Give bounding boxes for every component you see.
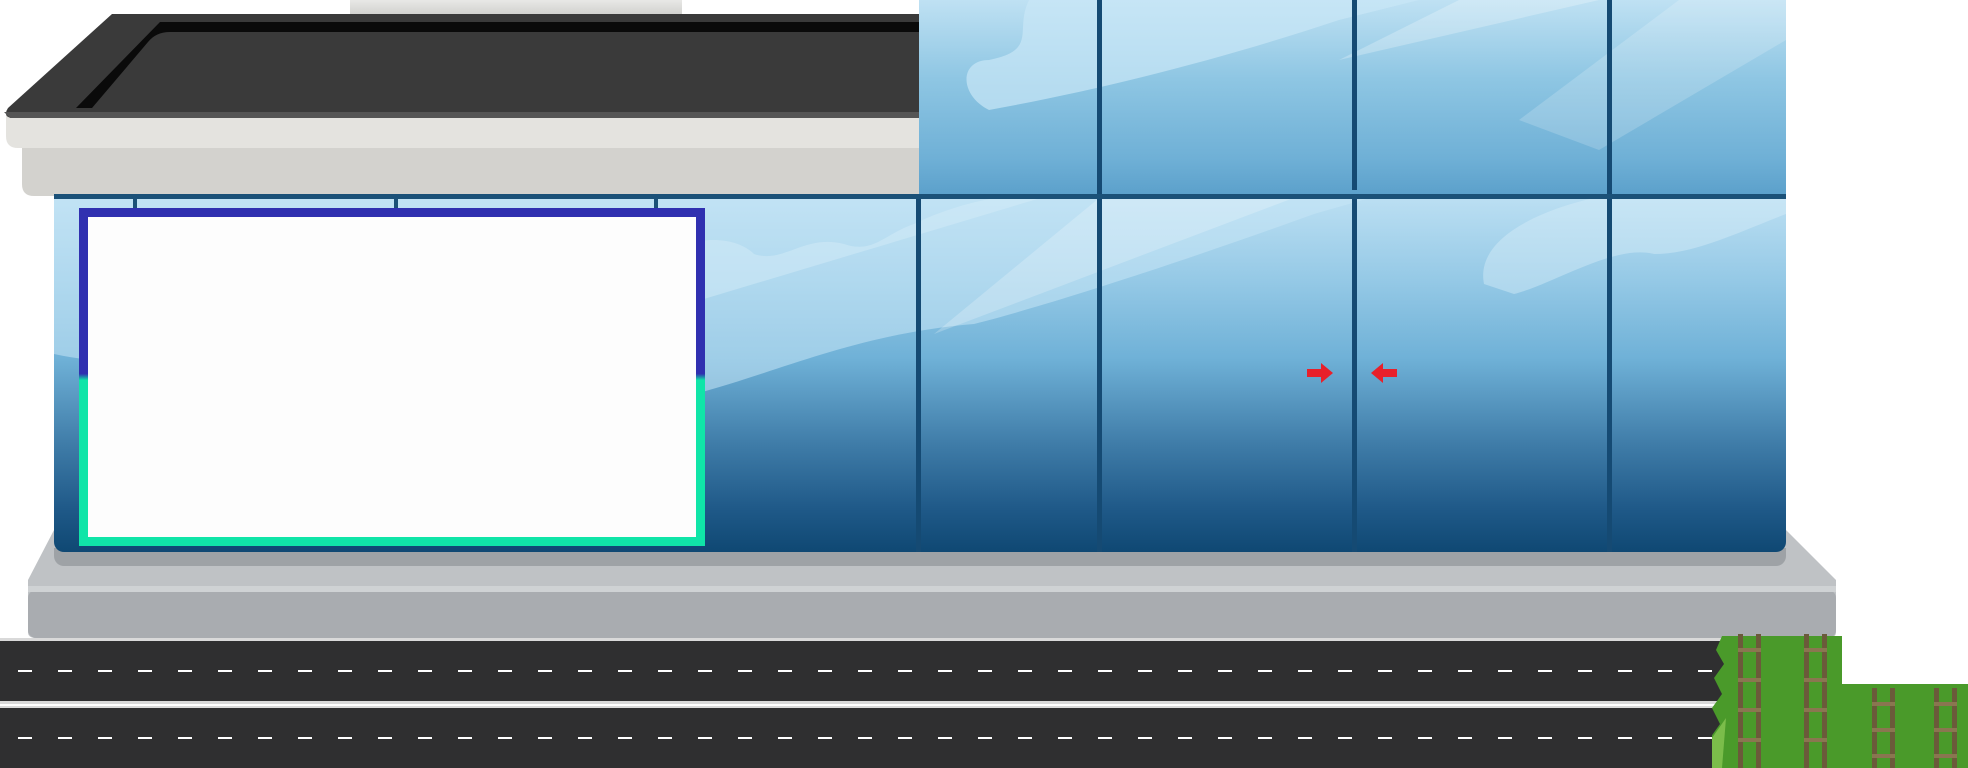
billboard (79, 208, 705, 546)
mullion (1097, 194, 1102, 552)
roof-edge (4, 112, 930, 118)
mullion (1352, 0, 1357, 190)
glass-tower (919, 0, 1786, 198)
plinth-front (28, 590, 1836, 638)
mullion (1607, 194, 1612, 552)
canopy-lower-slab (22, 140, 930, 196)
mullion (1607, 0, 1612, 198)
mullion (1097, 0, 1102, 198)
road-divider (0, 701, 1735, 704)
mullion (1352, 194, 1357, 552)
grass-area (1712, 634, 1968, 768)
lane-dashes (18, 670, 1728, 672)
grass-patch (1712, 636, 1968, 768)
arrow-left-icon (1371, 363, 1397, 383)
cloud-reflection (1483, 194, 1786, 294)
facade-top-bar (54, 194, 1786, 199)
plinth-highlight (28, 586, 1836, 592)
arrow-right-icon (1307, 363, 1333, 383)
lane-dashes (18, 737, 1728, 739)
light-streak (1519, 0, 1786, 150)
roof-canopy (4, 14, 930, 196)
mullion (916, 194, 921, 552)
